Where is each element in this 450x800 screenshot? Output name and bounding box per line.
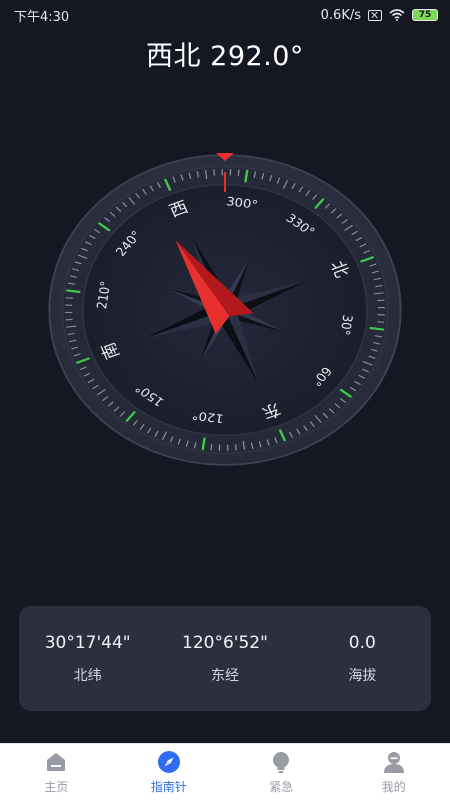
lightbulb-icon: [273, 751, 290, 773]
status-bar: 下午4:30 0.6K/s 75: [0, 0, 450, 30]
heading-degrees: 292.0°: [210, 41, 304, 72]
tick-mark: [244, 169, 249, 183]
degree-label: 30°: [337, 314, 356, 336]
longitude-block: 120°6'52" 东经: [157, 633, 293, 685]
altitude-label: 海拔: [348, 667, 377, 684]
tab-compass-label: 指南针: [150, 779, 187, 794]
battery-icon: 75: [412, 9, 438, 21]
altitude-block: 0.0 海拔: [294, 633, 430, 685]
status-icons: 0.6K/s 75: [321, 8, 438, 23]
sim-disabled-icon: [368, 9, 382, 21]
heading-direction: 西北: [146, 41, 202, 72]
latitude-value: 30°17'44": [44, 632, 131, 653]
location-panel: 30°17'44" 北纬 120°6'52" 东经 0.0 海拔: [19, 606, 431, 711]
tab-home[interactable]: 主页: [11, 750, 101, 795]
latitude-label: 北纬: [73, 667, 102, 684]
tab-compass[interactable]: 指南针: [124, 750, 214, 795]
profile-icon: [383, 751, 404, 773]
tab-profile-label: 我的: [381, 779, 406, 794]
tick-mark: [65, 289, 81, 294]
tab-emergency-label: 紧急: [269, 779, 294, 794]
longitude-label: 东经: [210, 667, 239, 684]
compass-dial: 北东南西30°60°120°150°210°240°300°330°: [48, 153, 402, 466]
bottom-tab-bar: 主页 指南针 紧急 我的: [0, 743, 450, 800]
altitude-value: 0.0: [348, 632, 376, 653]
latitude-block: 30°17'44" 北纬: [20, 633, 156, 685]
wifi-icon: [389, 9, 405, 21]
home-icon: [47, 752, 66, 771]
compass-icon: [157, 750, 180, 773]
status-time: 下午4:30: [14, 9, 70, 25]
tab-home-label: 主页: [44, 779, 69, 794]
compass: 北东南西 30° 60° 120° 150° 210° 240° 300° 330°: [0, 140, 450, 480]
compass-screen: 下午4:30 0.6K/s 75 西北 292.0° 北 东 南 西 30° 6…: [0, 0, 450, 800]
tick-mark: [210, 444, 213, 451]
tick-mark: [201, 437, 206, 451]
longitude-value: 120°6'52": [182, 632, 268, 653]
tab-profile[interactable]: 我的: [349, 750, 439, 795]
heading-readout: 西北 292.0°: [0, 34, 450, 73]
tab-emergency[interactable]: 紧急: [236, 750, 326, 795]
tick-mark: [369, 326, 385, 331]
network-speed: 0.6K/s: [320, 7, 361, 23]
tick-mark: [237, 169, 240, 176]
